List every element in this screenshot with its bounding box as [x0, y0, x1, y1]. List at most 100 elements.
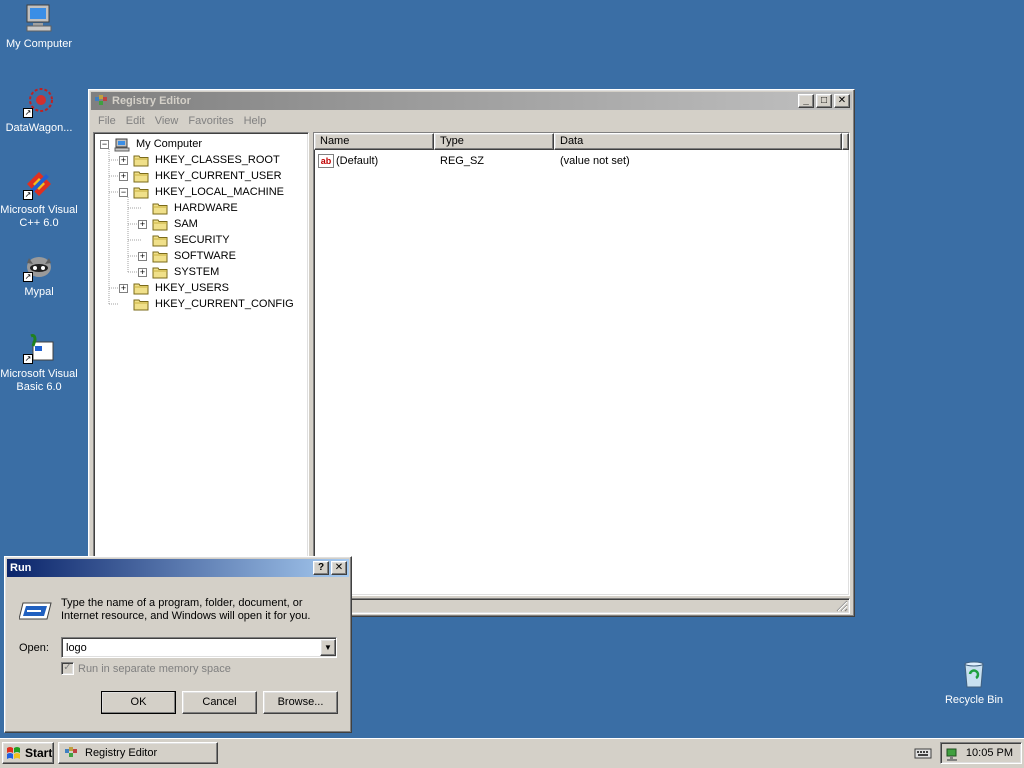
- mypal-icon: ↗: [23, 250, 55, 282]
- tree-node[interactable]: + SOFTWARE: [138, 248, 238, 264]
- tree-expander[interactable]: +: [138, 267, 147, 277]
- tree-node-label: HKEY_CLASSES_ROOT: [155, 154, 280, 166]
- minimize-button[interactable]: _: [798, 94, 814, 108]
- run-description: Type the name of a program, folder, docu…: [61, 597, 311, 622]
- tree-expander[interactable]: +: [119, 171, 128, 181]
- menu-edit[interactable]: Edit: [121, 115, 150, 127]
- registry-title-bar[interactable]: Registry Editor _ □ ✕: [91, 92, 852, 110]
- cancel-button[interactable]: Cancel: [182, 691, 257, 714]
- dropdown-arrow-icon[interactable]: ▼: [320, 639, 336, 656]
- value-type: REG_SZ: [440, 154, 485, 167]
- folder-icon: [133, 186, 149, 199]
- desktop-icon-label: Microsoft Visual Basic 6.0: [0, 368, 78, 393]
- ok-button[interactable]: OK: [101, 691, 176, 714]
- desktop-icon-label: Recycle Bin: [944, 694, 1004, 706]
- run-icon: [18, 599, 53, 623]
- tree-node[interactable]: + SAM: [138, 216, 200, 232]
- maximize-button[interactable]: □: [816, 94, 832, 108]
- run-dialog[interactable]: Run ? ✕ Type the name of a program, fold…: [4, 556, 352, 733]
- start-button[interactable]: Start: [2, 742, 54, 764]
- network-icon[interactable]: [945, 746, 961, 762]
- memory-space-checkbox-row[interactable]: ✓ Run in separate memory space: [61, 662, 231, 675]
- datawagon-icon: ↗: [23, 86, 55, 118]
- registry-value-list[interactable]: Name Type Data ab (Default) REG_SZ (valu…: [313, 132, 850, 596]
- tree-node-label: My Computer: [136, 138, 203, 150]
- column-header-data[interactable]: Data: [554, 133, 842, 150]
- taskbar-item-registry-editor[interactable]: Registry Editor: [58, 742, 218, 764]
- open-combobox[interactable]: logo ▼: [61, 637, 337, 658]
- shortcut-arrow-icon: ↗: [23, 108, 33, 118]
- value-data: (value not set): [560, 154, 630, 167]
- tree-expander[interactable]: +: [138, 219, 147, 229]
- folder-icon: [133, 154, 149, 167]
- close-button[interactable]: ✕: [834, 94, 850, 108]
- column-header-filler: [842, 133, 849, 150]
- registry-editor-icon: [63, 746, 79, 760]
- shortcut-arrow-icon: ↗: [23, 272, 33, 282]
- registry-tree-pane[interactable]: − My Computer + HKEY_CLASSES_ROOT + HKEY_CURR…: [93, 132, 309, 596]
- tree-node-label: SECURITY: [174, 234, 230, 246]
- tree-node[interactable]: SECURITY: [138, 232, 232, 248]
- list-item[interactable]: ab (Default) REG_SZ (value not set): [314, 152, 849, 169]
- tree-node-label: HKEY_CURRENT_CONFIG: [155, 298, 294, 310]
- memory-space-label: Run in separate memory space: [78, 662, 231, 675]
- tree-expander[interactable]: +: [119, 283, 128, 293]
- tree-expander[interactable]: −: [119, 187, 128, 197]
- keyboard-icon[interactable]: [914, 747, 932, 759]
- run-title-bar[interactable]: Run ? ✕: [7, 559, 349, 577]
- tree-expander[interactable]: −: [100, 139, 109, 149]
- memory-space-checkbox[interactable]: ✓: [61, 662, 74, 675]
- resize-grip-icon[interactable]: [836, 600, 848, 612]
- visual-basic-icon: ↗: [23, 332, 55, 364]
- desktop-icon-visual-basic[interactable]: ↗ Microsoft Visual Basic 6.0: [0, 332, 78, 394]
- folder-icon: [133, 298, 149, 311]
- menu-bar: File Edit View Favorites Help: [89, 112, 854, 130]
- menu-favorites[interactable]: Favorites: [183, 115, 238, 127]
- desktop-icon-label: My Computer: [5, 38, 73, 50]
- run-title: Run: [10, 562, 32, 574]
- desktop-icon-my-computer[interactable]: My Computer: [0, 2, 78, 51]
- tree-node[interactable]: − HKEY_LOCAL_MACHINE: [119, 184, 286, 200]
- tree-node-label: SOFTWARE: [174, 250, 236, 262]
- desktop-icon-datawagon[interactable]: ↗ DataWagon...: [0, 86, 78, 135]
- clock[interactable]: 10:05 PM: [966, 747, 1013, 759]
- close-button[interactable]: ✕: [331, 561, 347, 575]
- menu-file[interactable]: File: [93, 115, 121, 127]
- desktop-icon-label: Microsoft Visual C++ 6.0: [0, 204, 78, 229]
- menu-view[interactable]: View: [150, 115, 184, 127]
- tree-expander[interactable]: +: [119, 155, 128, 165]
- desktop-icon-visual-cpp[interactable]: ↗ Microsoft Visual C++ 6.0: [0, 168, 78, 230]
- column-header-name[interactable]: Name: [314, 133, 434, 150]
- value-name: (Default): [336, 154, 379, 167]
- desktop-icon-mypal[interactable]: ↗ Mypal: [0, 250, 78, 299]
- column-header-type[interactable]: Type: [434, 133, 554, 150]
- tree-node[interactable]: + HKEY_CURRENT_USER: [119, 168, 284, 184]
- tree-node-label: HKEY_USERS: [155, 282, 229, 294]
- tree-node[interactable]: + HKEY_USERS: [119, 280, 231, 296]
- tree-node-label: SYSTEM: [174, 266, 220, 278]
- my-computer-icon: [114, 138, 130, 152]
- visual-cpp-icon: ↗: [23, 168, 55, 200]
- taskbar: Start Registry Editor 10:05 PM: [0, 738, 1024, 768]
- browse-button[interactable]: Browse...: [263, 691, 338, 714]
- start-label: Start: [25, 746, 53, 760]
- shortcut-arrow-icon: ↗: [23, 354, 33, 364]
- open-input[interactable]: logo: [62, 642, 320, 654]
- menu-help[interactable]: Help: [239, 115, 272, 127]
- desktop-icon-recycle-bin[interactable]: Recycle Bin: [935, 658, 1013, 707]
- list-header: Name Type Data: [314, 133, 849, 150]
- open-label: Open:: [19, 642, 49, 654]
- tree-node[interactable]: HARDWARE: [138, 200, 240, 216]
- folder-icon: [152, 266, 168, 279]
- registry-editor-icon: [94, 94, 108, 108]
- tree-node[interactable]: − My Computer: [100, 136, 204, 152]
- tree-node[interactable]: + HKEY_CLASSES_ROOT: [119, 152, 282, 168]
- string-value-icon: ab: [318, 153, 334, 168]
- registry-editor-window[interactable]: Registry Editor _ □ ✕ File Edit View Fav…: [88, 89, 855, 617]
- tree-node[interactable]: HKEY_CURRENT_CONFIG: [119, 296, 296, 312]
- help-button[interactable]: ?: [313, 561, 329, 575]
- tree-expander[interactable]: +: [138, 251, 147, 261]
- tree-node[interactable]: + SYSTEM: [138, 264, 221, 280]
- tree-node-label: SAM: [174, 218, 198, 230]
- folder-icon: [152, 202, 168, 215]
